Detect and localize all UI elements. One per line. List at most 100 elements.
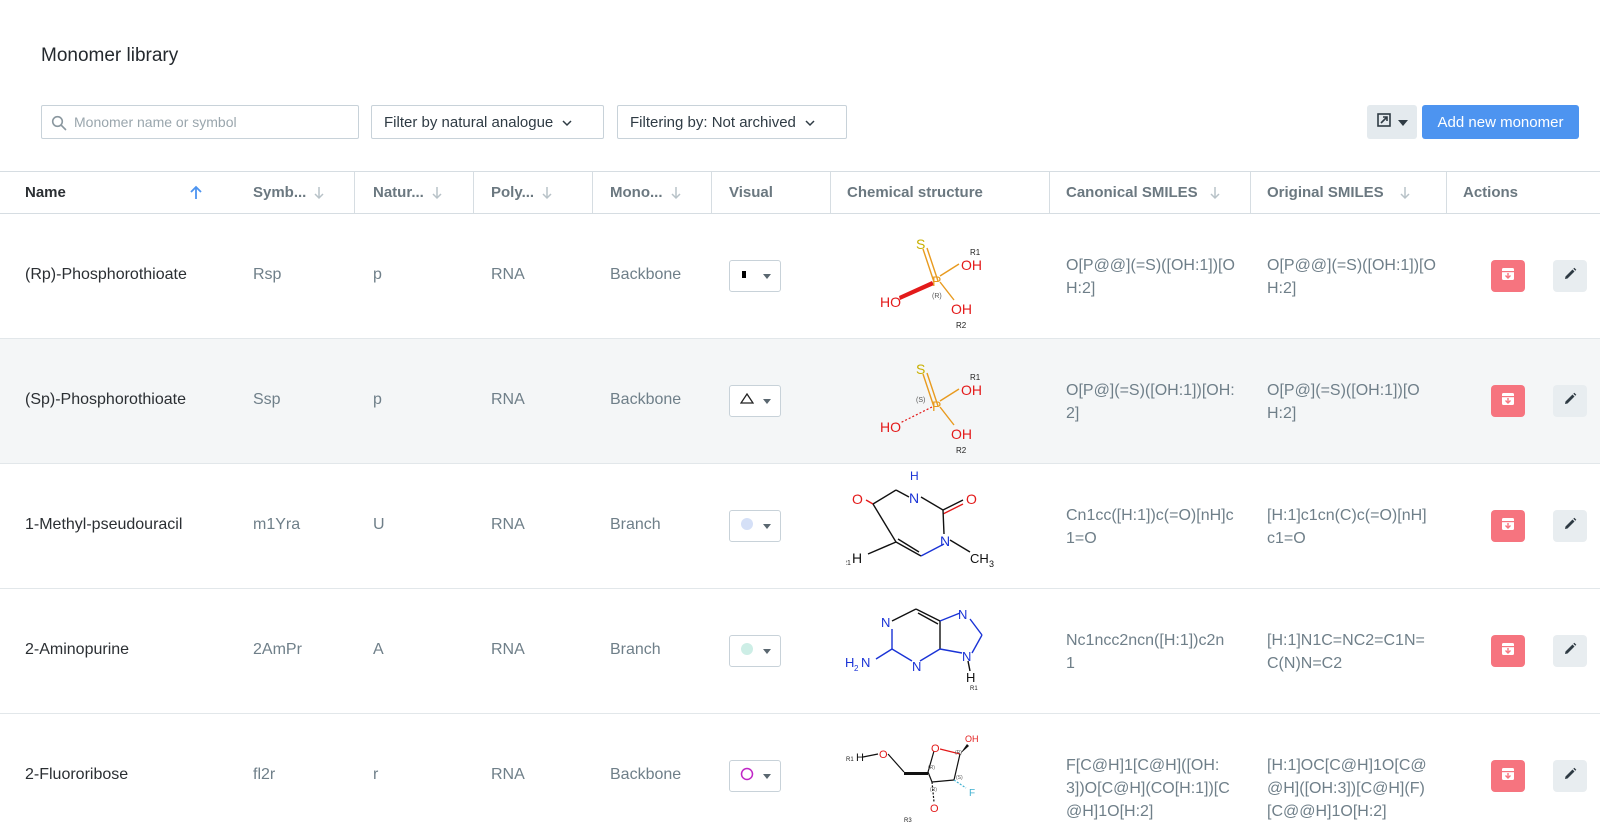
visual-select[interactable] bbox=[729, 260, 781, 292]
caret-down-icon bbox=[763, 649, 771, 654]
monomer-name: (Rp)-Phosphorothioate bbox=[25, 266, 187, 283]
page-title: Monomer library bbox=[41, 45, 179, 66]
column-header-natural-analogue[interactable]: Natur... bbox=[373, 172, 444, 213]
original-smiles: O[P@@](=S)([OH:1])[O H:2] bbox=[1267, 254, 1447, 300]
structure-label: 2 bbox=[854, 664, 859, 673]
monomer-table: Name Symb... Natur... Poly... Mono... Vi… bbox=[0, 171, 1600, 823]
column-divider[interactable] bbox=[830, 172, 831, 213]
monomer-symbol: m1Yra bbox=[253, 516, 301, 533]
sort-icon bbox=[540, 186, 554, 200]
column-header-label: Mono... bbox=[610, 184, 663, 201]
sort-icon bbox=[669, 186, 683, 200]
triangle-icon bbox=[739, 392, 755, 410]
sort-icon bbox=[312, 186, 326, 200]
edit-button[interactable] bbox=[1553, 760, 1587, 792]
pencil-icon bbox=[1563, 642, 1577, 661]
table-row[interactable]: (Sp)-Phosphorothioate Ssp p RNA Backbone… bbox=[0, 339, 1600, 464]
structure-atom: OH bbox=[961, 257, 982, 273]
column-divider[interactable] bbox=[1250, 172, 1251, 213]
column-divider[interactable] bbox=[592, 172, 593, 213]
natural-analogue-filter-label: Filter by natural analogue bbox=[384, 113, 554, 131]
structure-atom: F bbox=[969, 788, 975, 799]
original-smiles-line: O[P@](=S)([OH:1])[O bbox=[1267, 382, 1420, 399]
edit-button[interactable] bbox=[1553, 385, 1587, 417]
edit-button[interactable] bbox=[1553, 260, 1587, 292]
structure-label: 3 bbox=[989, 559, 994, 569]
canonical-smiles-line: Nc1ncc2ncn([H:1])c2n bbox=[1066, 632, 1225, 649]
circle-filled-icon bbox=[740, 642, 754, 661]
column-divider[interactable] bbox=[354, 172, 355, 213]
natural-analogue: A bbox=[373, 641, 384, 658]
original-smiles-line: @H]([OH:3])[C@H](F) bbox=[1267, 780, 1425, 797]
search-input[interactable] bbox=[74, 107, 354, 137]
pencil-icon bbox=[1563, 517, 1577, 536]
natural-analogue: r bbox=[373, 766, 379, 783]
search-box[interactable] bbox=[41, 105, 359, 139]
original-smiles-line: C(N)N=C2 bbox=[1267, 655, 1343, 672]
column-divider[interactable] bbox=[473, 172, 474, 213]
column-header-polymer-type[interactable]: Poly... bbox=[491, 172, 554, 213]
chemical-structure: N N N N H N 2 H R1 bbox=[845, 591, 1026, 712]
structure-label: R1 bbox=[846, 560, 851, 567]
archive-button[interactable] bbox=[1491, 635, 1525, 667]
column-header-name[interactable]: Name bbox=[25, 172, 205, 213]
original-smiles-line: [H:1]c1cn(C)c(=O)[nH] bbox=[1267, 507, 1427, 524]
canonical-smiles: Nc1ncc2ncn([H:1])c2n 1 bbox=[1066, 629, 1246, 675]
structure-atom: P bbox=[932, 398, 941, 414]
column-header-original-smiles[interactable]: Original SMILES bbox=[1267, 172, 1412, 213]
canonical-smiles: F[C@H]1[C@H]([OH: 3])O[C@H](CO[H:1])[C @… bbox=[1066, 754, 1246, 823]
table-row[interactable]: 2-Fluororibose fl2r r RNA Backbone R1 H … bbox=[0, 714, 1600, 823]
archive-icon bbox=[1501, 517, 1515, 536]
export-button[interactable] bbox=[1367, 105, 1417, 139]
visual-select[interactable] bbox=[729, 635, 781, 667]
monomer-name: 2-Aminopurine bbox=[25, 641, 130, 658]
archive-button[interactable] bbox=[1491, 260, 1525, 292]
circle-filled-icon bbox=[740, 517, 754, 536]
column-header-label: Visual bbox=[729, 184, 773, 201]
original-smiles-line: [H:1]OC[C@H]1O[C@ bbox=[1267, 757, 1427, 774]
visual-select[interactable] bbox=[729, 510, 781, 542]
column-header-canonical-smiles[interactable]: Canonical SMILES bbox=[1066, 172, 1222, 213]
original-smiles-line: [C@@H]1O[H:2] bbox=[1267, 803, 1387, 820]
original-smiles-line: O[P@@](=S)([OH:1])[O bbox=[1267, 257, 1436, 274]
sort-icon bbox=[1208, 186, 1222, 200]
archive-icon bbox=[1501, 642, 1515, 661]
structure-label: R2 bbox=[956, 446, 967, 455]
archive-button[interactable] bbox=[1491, 385, 1525, 417]
structure-atom: N bbox=[861, 655, 870, 670]
structure-atom: N bbox=[958, 607, 967, 622]
visual-select[interactable] bbox=[729, 385, 781, 417]
canonical-smiles-line: @H]1O[H:2] bbox=[1066, 803, 1154, 820]
polymer-type: RNA bbox=[491, 266, 525, 283]
structure-label: (R) bbox=[932, 293, 942, 300]
table-header: Name Symb... Natur... Poly... Mono... Vi… bbox=[0, 171, 1600, 214]
chevron-down-icon bbox=[561, 116, 573, 128]
chevron-down-icon bbox=[804, 116, 816, 128]
archive-button[interactable] bbox=[1491, 760, 1525, 792]
column-header-label: Canonical SMILES bbox=[1066, 184, 1198, 201]
sort-ascending-icon[interactable] bbox=[189, 185, 203, 206]
archive-button[interactable] bbox=[1491, 510, 1525, 542]
archive-icon bbox=[1501, 267, 1515, 286]
add-new-monomer-button[interactable]: Add new monomer bbox=[1422, 105, 1579, 139]
column-divider[interactable] bbox=[1049, 172, 1050, 213]
edit-button[interactable] bbox=[1553, 510, 1587, 542]
archived-filter[interactable]: Filtering by: Not archived bbox=[617, 105, 847, 139]
column-divider[interactable] bbox=[711, 172, 712, 213]
column-header-label: Symb... bbox=[253, 184, 307, 201]
table-row[interactable]: 1-Methyl-pseudouracil m1Yra U RNA Branch bbox=[0, 464, 1600, 589]
table-row[interactable]: 2-Aminopurine 2AmPr A RNA Branch N N N N… bbox=[0, 589, 1600, 714]
structure-atom: H bbox=[966, 670, 975, 685]
visual-select[interactable] bbox=[729, 760, 781, 792]
edit-button[interactable] bbox=[1553, 635, 1587, 667]
column-divider[interactable] bbox=[1446, 172, 1447, 213]
table-row[interactable]: (Rp)-Phosphorothioate Rsp p RNA Backbone… bbox=[0, 214, 1600, 339]
natural-analogue-filter[interactable]: Filter by natural analogue bbox=[371, 105, 604, 139]
pencil-icon bbox=[1563, 267, 1577, 286]
column-header-monomer-type[interactable]: Mono... bbox=[610, 172, 683, 213]
canonical-smiles: Cn1cc([H:1])c(=O)[nH]c 1=O bbox=[1066, 504, 1246, 550]
column-header-symbol[interactable]: Symb... bbox=[253, 172, 326, 213]
export-icon bbox=[1376, 112, 1392, 133]
structure-label: (S) bbox=[916, 397, 925, 404]
polymer-type: RNA bbox=[491, 766, 525, 783]
